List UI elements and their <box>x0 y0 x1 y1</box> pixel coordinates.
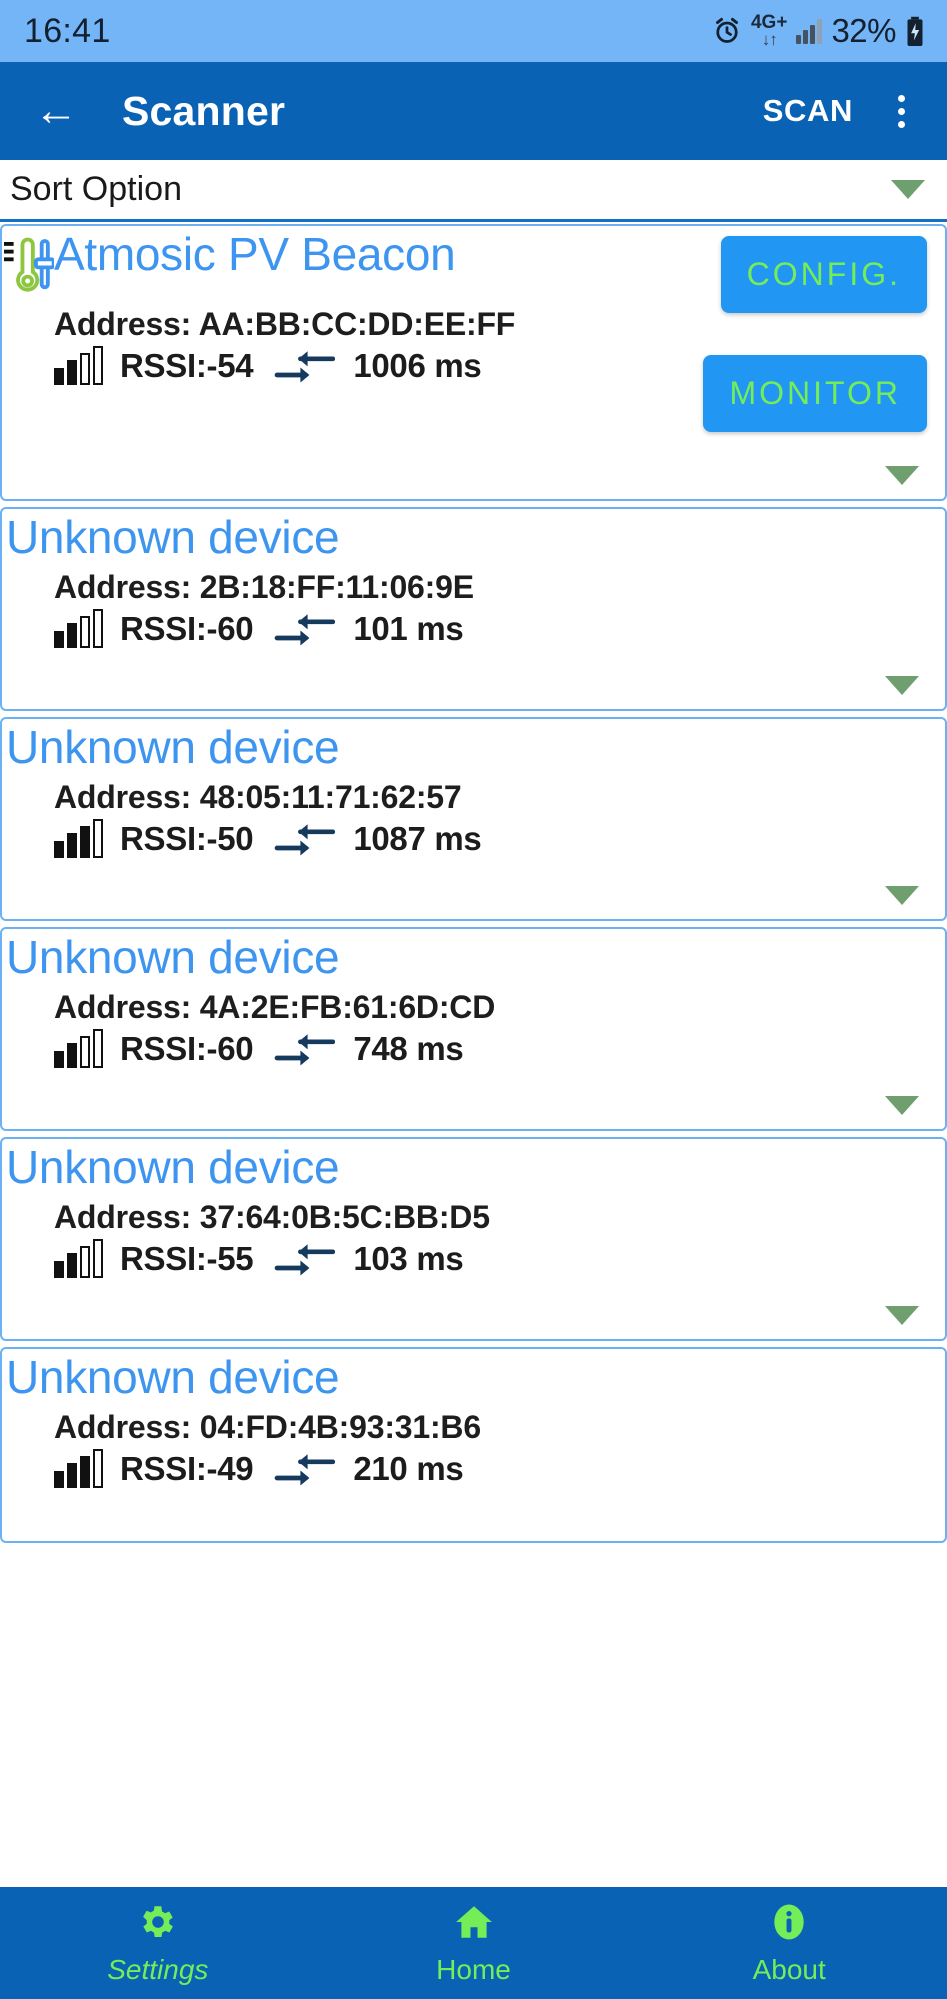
network-type-icon: 4G+ ↓↑ <box>751 13 787 50</box>
rssi-value: RSSI:-60 <box>120 1030 254 1068</box>
device-name: Unknown device <box>6 511 340 563</box>
device-address: Address: 2B:18:FF:11:06:9E <box>54 569 474 606</box>
device-header: Unknown device <box>2 931 945 983</box>
interval-arrows-icon <box>273 348 336 384</box>
device-address: Address: 48:05:11:71:62:57 <box>54 779 462 816</box>
rssi-bars-icon <box>54 1449 106 1489</box>
device-actions: CONFIG. MONITOR <box>703 236 927 432</box>
device-metrics: RSSI:-50 1087 ms <box>2 819 945 859</box>
sort-option-label: Sort Option <box>10 170 182 208</box>
device-card[interactable]: Atmosic PV Beacon Address: AA:BB:CC:DD:E… <box>0 224 947 501</box>
expand-card-button[interactable] <box>885 1096 919 1115</box>
device-address: Address: 4A:2E:FB:61:6D:CD <box>54 989 496 1026</box>
bottom-navigation: Settings Home About <box>0 1887 947 1999</box>
device-name: Unknown device <box>6 1351 340 1403</box>
chevron-down-icon <box>885 1096 919 1115</box>
nav-item-home[interactable]: Home <box>316 1901 632 1986</box>
rssi-value: RSSI:-49 <box>120 1450 254 1488</box>
rssi-bars-icon <box>54 819 106 859</box>
device-list: Atmosic PV Beacon Address: AA:BB:CC:DD:E… <box>0 222 947 1999</box>
advertising-interval: 1006 ms <box>353 347 482 384</box>
battery-charging-icon <box>905 16 925 47</box>
sort-dropdown-caret[interactable] <box>891 180 925 199</box>
advertising-interval: 748 ms <box>353 1030 464 1068</box>
info-icon <box>768 1901 810 1948</box>
status-bar: 16:41 4G+ ↓↑ 32% <box>0 0 947 62</box>
device-name: Unknown device <box>6 721 340 773</box>
monitor-button[interactable]: MONITOR <box>703 355 927 432</box>
rssi-bars-icon <box>54 1239 106 1279</box>
chevron-down-icon <box>885 1306 919 1325</box>
expand-card-button[interactable] <box>885 466 919 485</box>
expand-card-button[interactable] <box>885 676 919 695</box>
nav-label-settings: Settings <box>107 1953 209 1985</box>
device-card[interactable]: Unknown device Address: 4A:2E:FB:61:6D:C… <box>0 927 947 1131</box>
device-card[interactable]: Unknown device Address: 04:FD:4B:93:31:B… <box>0 1347 947 1543</box>
expand-card-button[interactable] <box>885 886 919 905</box>
alarm-icon <box>712 16 742 46</box>
page-title: Scanner <box>122 87 286 134</box>
phone-screen: 16:41 4G+ ↓↑ 32% ← Scanner SCAN Sort Opt… <box>0 0 947 1999</box>
device-header: Unknown device <box>2 1351 945 1403</box>
status-bar-clock: 16:41 <box>24 11 111 50</box>
rssi-value: RSSI:-54 <box>120 347 254 384</box>
device-metrics: RSSI:-49 210 ms <box>2 1449 945 1489</box>
status-bar-icons: 4G+ ↓↑ 32% <box>712 12 925 50</box>
config-button[interactable]: CONFIG. <box>720 236 927 313</box>
device-card[interactable]: Unknown device Address: 37:64:0B:5C:BB:D… <box>0 1137 947 1341</box>
advertising-interval: 210 ms <box>353 1450 464 1488</box>
device-card[interactable]: Unknown device Address: 48:05:11:71:62:5… <box>0 717 947 921</box>
device-name: Unknown device <box>6 1141 340 1193</box>
nav-label-about: About <box>752 1953 826 1985</box>
chevron-down-icon <box>885 676 919 695</box>
rssi-value: RSSI:-50 <box>120 820 254 858</box>
expand-card-button[interactable] <box>885 1306 919 1325</box>
device-header: Unknown device <box>2 511 945 563</box>
interval-arrows-icon <box>273 1031 336 1067</box>
device-metrics: RSSI:-55 103 ms <box>2 1239 945 1279</box>
device-name: Unknown device <box>6 931 340 983</box>
interval-arrows-icon <box>273 1241 336 1277</box>
interval-arrows-icon <box>273 611 336 647</box>
advertising-interval: 101 ms <box>353 610 464 648</box>
device-address: Address: 37:64:0B:5C:BB:D5 <box>54 1199 490 1236</box>
device-address: Address: 04:FD:4B:93:31:B6 <box>54 1409 481 1446</box>
battery-percent-label: 32% <box>831 12 896 49</box>
device-header: Unknown device <box>2 721 945 773</box>
thermometer-sensor-icon <box>4 236 56 298</box>
app-bar: ← Scanner SCAN <box>0 62 947 160</box>
rssi-bars-icon <box>54 1029 106 1069</box>
sort-option-row[interactable]: Sort Option <box>0 160 947 222</box>
device-card[interactable]: Unknown device Address: 2B:18:FF:11:06:9… <box>0 507 947 711</box>
rssi-bars-icon <box>54 609 106 649</box>
signal-bars-icon <box>796 18 823 44</box>
interval-arrows-icon <box>273 1451 336 1487</box>
device-header: Unknown device <box>2 1141 945 1193</box>
gear-icon <box>137 1901 179 1948</box>
overflow-menu-icon[interactable] <box>875 83 927 139</box>
device-metrics: RSSI:-60 748 ms <box>2 1029 945 1069</box>
advertising-interval: 1087 ms <box>353 820 482 858</box>
rssi-value: RSSI:-60 <box>120 610 254 648</box>
home-icon <box>453 1901 495 1948</box>
back-button[interactable]: ← <box>28 83 84 139</box>
device-name: Atmosic PV Beacon <box>54 228 456 280</box>
chevron-down-icon <box>885 886 919 905</box>
chevron-down-icon <box>885 466 919 485</box>
nav-label-home: Home <box>436 1953 511 1985</box>
interval-arrows-icon <box>273 821 336 857</box>
chevron-down-icon <box>891 180 925 199</box>
rssi-bars-icon <box>54 346 106 385</box>
rssi-value: RSSI:-55 <box>120 1240 254 1278</box>
back-arrow-icon: ← <box>34 86 78 135</box>
advertising-interval: 103 ms <box>353 1240 464 1278</box>
device-metrics: RSSI:-60 101 ms <box>2 609 945 649</box>
nav-item-settings[interactable]: Settings <box>0 1901 316 1986</box>
scan-button[interactable]: SCAN <box>755 83 861 139</box>
network-data-arrows: ↓↑ <box>761 30 778 50</box>
nav-item-about[interactable]: About <box>631 1901 947 1986</box>
